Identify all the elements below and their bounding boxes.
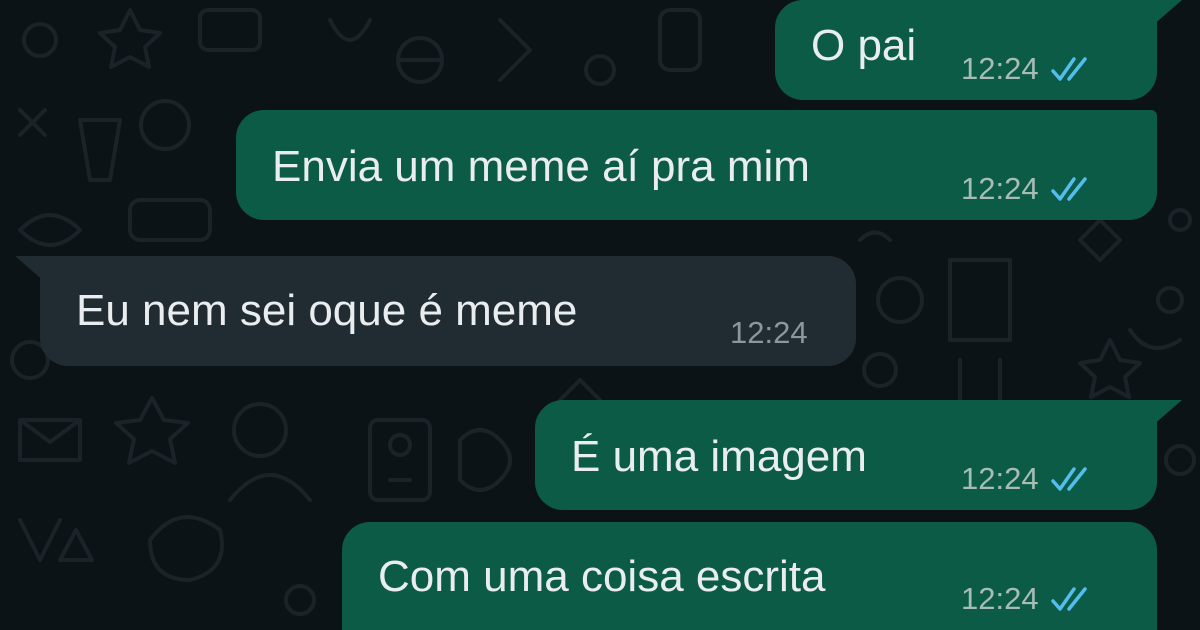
double-check-read-icon <box>1050 57 1087 81</box>
message-list[interactable]: O pai 12:24 Envia um meme aí pra mim 12:… <box>0 0 1200 630</box>
message-meta: 12:24 <box>961 462 1093 496</box>
bubble-tail-incoming <box>15 256 45 282</box>
message-time: 12:24 <box>961 461 1039 496</box>
message-bubble-incoming[interactable]: Eu nem sei oque é meme 12:24 <box>40 256 856 366</box>
message-time: 12:24 <box>961 51 1039 86</box>
bubble-tail-outgoing <box>1152 0 1182 26</box>
message-text: O pai <box>811 21 917 70</box>
message-bubble-outgoing[interactable]: Envia um meme aí pra mim 12:24 <box>236 110 1157 220</box>
double-check-read-icon <box>1050 177 1087 201</box>
message-bubble-outgoing[interactable]: O pai 12:24 <box>775 0 1157 100</box>
message-time: 12:24 <box>730 315 808 350</box>
message-text: É uma imagem <box>571 432 867 481</box>
message-text: Com uma coisa escrita <box>378 552 826 601</box>
double-check-read-icon <box>1050 467 1087 491</box>
message-meta: 12:24 <box>961 52 1093 86</box>
message-text: Eu nem sei oque é meme <box>76 286 578 335</box>
message-time: 12:24 <box>961 171 1039 206</box>
bubble-tail-outgoing <box>1152 400 1182 426</box>
message-time: 12:24 <box>961 581 1039 616</box>
message-meta: 12:24 <box>961 582 1093 616</box>
message-bubble-outgoing[interactable]: É uma imagem 12:24 <box>535 400 1157 510</box>
message-meta: 12:24 <box>961 172 1093 206</box>
double-check-read-icon <box>1050 587 1087 611</box>
message-text: Envia um meme aí pra mim <box>272 142 810 191</box>
message-bubble-outgoing[interactable]: Com uma coisa escrita 12:24 <box>342 522 1157 630</box>
message-meta: 12:24 <box>730 316 808 350</box>
